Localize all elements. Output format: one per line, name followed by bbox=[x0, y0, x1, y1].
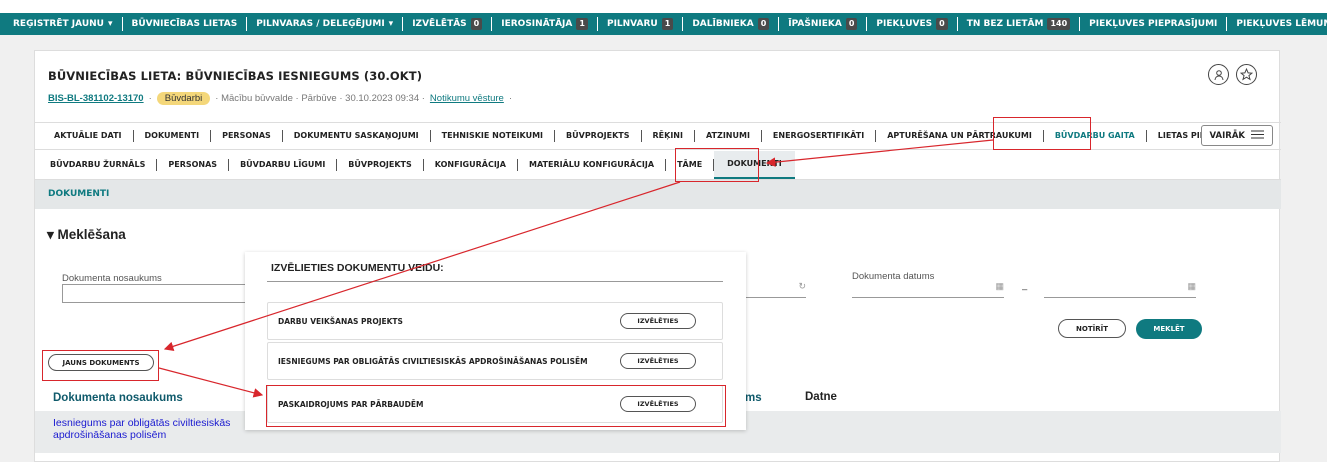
date-to-input[interactable]: ▦ bbox=[1044, 281, 1196, 298]
section-title: DOKUMENTI bbox=[35, 180, 1281, 209]
count-badge: 0 bbox=[470, 18, 483, 30]
nav-selected[interactable]: IZVĒLĒTĀS 0 bbox=[403, 17, 493, 31]
nav-participant[interactable]: DALĪBNIEKA 0 bbox=[683, 17, 780, 31]
count-badge: 1 bbox=[576, 18, 588, 30]
nav-initiator[interactable]: IEROSINĀTĀJA 1 bbox=[492, 17, 598, 31]
tab-construction-project[interactable]: BŪVPROJEKTS bbox=[555, 130, 642, 142]
tab-opinions[interactable]: ATZINUMI bbox=[695, 130, 762, 142]
search-button[interactable]: MEKLĒT bbox=[1136, 319, 1202, 339]
subtab-construction-contracts[interactable]: BŪVDARBU LĪGUMI bbox=[229, 158, 338, 171]
nav-owner[interactable]: ĪPAŠNIEKA 0 bbox=[779, 17, 868, 31]
subtab-material-configuration[interactable]: MATERIĀLU KONFIGURĀCIJA bbox=[518, 158, 667, 171]
tab-persons[interactable]: PERSONAS bbox=[211, 130, 283, 142]
row-doc-name-line1[interactable]: Iesniegums par obligātās civiltiesiskās bbox=[53, 417, 230, 429]
popup-title: IZVĒLIETIES DOKUMENTU VEIDU: bbox=[271, 262, 444, 274]
nav-access-decisions[interactable]: PIEKĻUVES LĒMUMI bbox=[1227, 17, 1327, 31]
subtab-construction-journal[interactable]: BŪVDARBU ŽURNĀLS bbox=[39, 158, 158, 171]
count-badge: 140 bbox=[1047, 18, 1071, 30]
count-badge: 1 bbox=[661, 18, 674, 30]
nav-authorizations[interactable]: PILNVARAS / DELEĢĒJUMI ▾ bbox=[247, 17, 404, 31]
more-button[interactable]: VAIRĀK bbox=[1200, 125, 1273, 146]
tab-documents[interactable]: DOKUMENTI bbox=[134, 130, 212, 142]
status-badge: Būvdarbi bbox=[156, 92, 211, 105]
popup-divider bbox=[267, 281, 723, 282]
history-link[interactable]: Notikumu vēsture bbox=[430, 93, 504, 104]
user-icon[interactable] bbox=[1208, 64, 1229, 85]
chevron-down-icon: ▾ bbox=[388, 19, 394, 29]
nav-authorized[interactable]: PILNVARU 1 bbox=[598, 17, 684, 31]
subtab-construction-project[interactable]: BŪVPROJEKTS bbox=[337, 158, 424, 171]
tab-document-approvals[interactable]: DOKUMENTU SASKAŅOJUMI bbox=[283, 130, 431, 142]
doc-type-option: DARBU VEIKŠANAS PROJEKTS IZVĒLĒTIES bbox=[267, 302, 723, 340]
count-badge: 0 bbox=[757, 18, 770, 30]
calendar-icon: ▦ bbox=[995, 281, 1004, 291]
doc-type-option: IESNIEGUMS PAR OBLIGĀTĀS CIVILTIESISKĀS … bbox=[267, 342, 723, 380]
nav-register-new[interactable]: REĢISTRĒT JAUNU ▾ bbox=[4, 17, 123, 31]
highlight-box-explanation-option bbox=[266, 385, 726, 427]
nav-access-requests[interactable]: PIEKĻUVES PIEPRASĪJUMI bbox=[1080, 17, 1228, 31]
subtab-persons[interactable]: PERSONAS bbox=[157, 158, 230, 171]
tab-invoices[interactable]: RĒĶINI bbox=[642, 130, 695, 142]
select-button[interactable]: IZVĒLĒTIES bbox=[620, 353, 696, 369]
header-actions bbox=[1208, 64, 1257, 85]
row-doc-name-line2[interactable]: apdrošināšanas polisēm bbox=[53, 429, 230, 441]
top-strip bbox=[0, 0, 1327, 13]
count-badge: 0 bbox=[845, 18, 858, 30]
highlight-box-progress-tab bbox=[993, 117, 1091, 150]
refresh-icon[interactable]: ↻ bbox=[746, 281, 806, 298]
search-heading[interactable]: ▾ Meklēšana bbox=[47, 227, 126, 243]
select-button[interactable]: IZVĒLĒTIES bbox=[620, 313, 696, 329]
page-title: BŪVNIECĪBAS LIETA: BŪVNIECĪBAS IESNIEGUM… bbox=[48, 69, 423, 83]
nav-access[interactable]: PIEKĻUVES 0 bbox=[867, 17, 958, 31]
meta-text: · Mācību būvvalde · Pārbūve · 30.10.2023… bbox=[215, 93, 425, 104]
top-navigation: REĢISTRĒT JAUNU ▾ BŪVNIECĪBAS LIETAS PILN… bbox=[0, 13, 1327, 35]
highlight-box-documents-subtab bbox=[675, 148, 759, 182]
calendar-icon: ▦ bbox=[1187, 281, 1196, 291]
chevron-down-icon: ▾ bbox=[107, 19, 113, 29]
date-separator: – bbox=[1022, 284, 1028, 295]
subtabs: BŪVDARBU ŽURNĀLS PERSONAS BŪVDARBU LĪGUM… bbox=[35, 150, 1281, 180]
nav-tn-without-cases[interactable]: TN BEZ LIETĀM 140 bbox=[958, 17, 1081, 31]
case-id-link[interactable]: BIS-BL-381102-13170 bbox=[48, 93, 144, 104]
subtab-configuration[interactable]: KONFIGURĀCIJA bbox=[424, 158, 518, 171]
doc-name-label: Dokumenta nosaukums bbox=[62, 273, 162, 284]
col-file[interactable]: Datne bbox=[805, 391, 837, 403]
count-badge: 0 bbox=[936, 18, 948, 30]
col-doc-name[interactable]: Dokumenta nosaukums bbox=[53, 392, 183, 404]
star-icon[interactable] bbox=[1236, 64, 1257, 85]
highlight-box-new-document bbox=[42, 350, 159, 381]
tab-energy-certificates[interactable]: ENERGOSERTIFIKĀTI bbox=[762, 130, 877, 142]
case-tabs: AKTUĀLIE DATI DOKUMENTI PERSONAS DOKUMEN… bbox=[35, 122, 1281, 150]
nav-construction-cases[interactable]: BŪVNIECĪBAS LIETAS bbox=[123, 17, 248, 31]
doc-name-input[interactable] bbox=[62, 284, 252, 303]
tab-current-data[interactable]: AKTUĀLIE DATI bbox=[43, 130, 134, 142]
tab-technical-rules[interactable]: TEHNISKIE NOTEIKUMI bbox=[431, 130, 556, 142]
menu-icon bbox=[1251, 130, 1264, 142]
date-from-input[interactable]: ▦ bbox=[852, 281, 1004, 298]
clear-button[interactable]: NOTĪRĪT bbox=[1058, 319, 1126, 338]
case-meta: BIS-BL-381102-13170 · Būvdarbi · Mācību … bbox=[48, 92, 513, 105]
